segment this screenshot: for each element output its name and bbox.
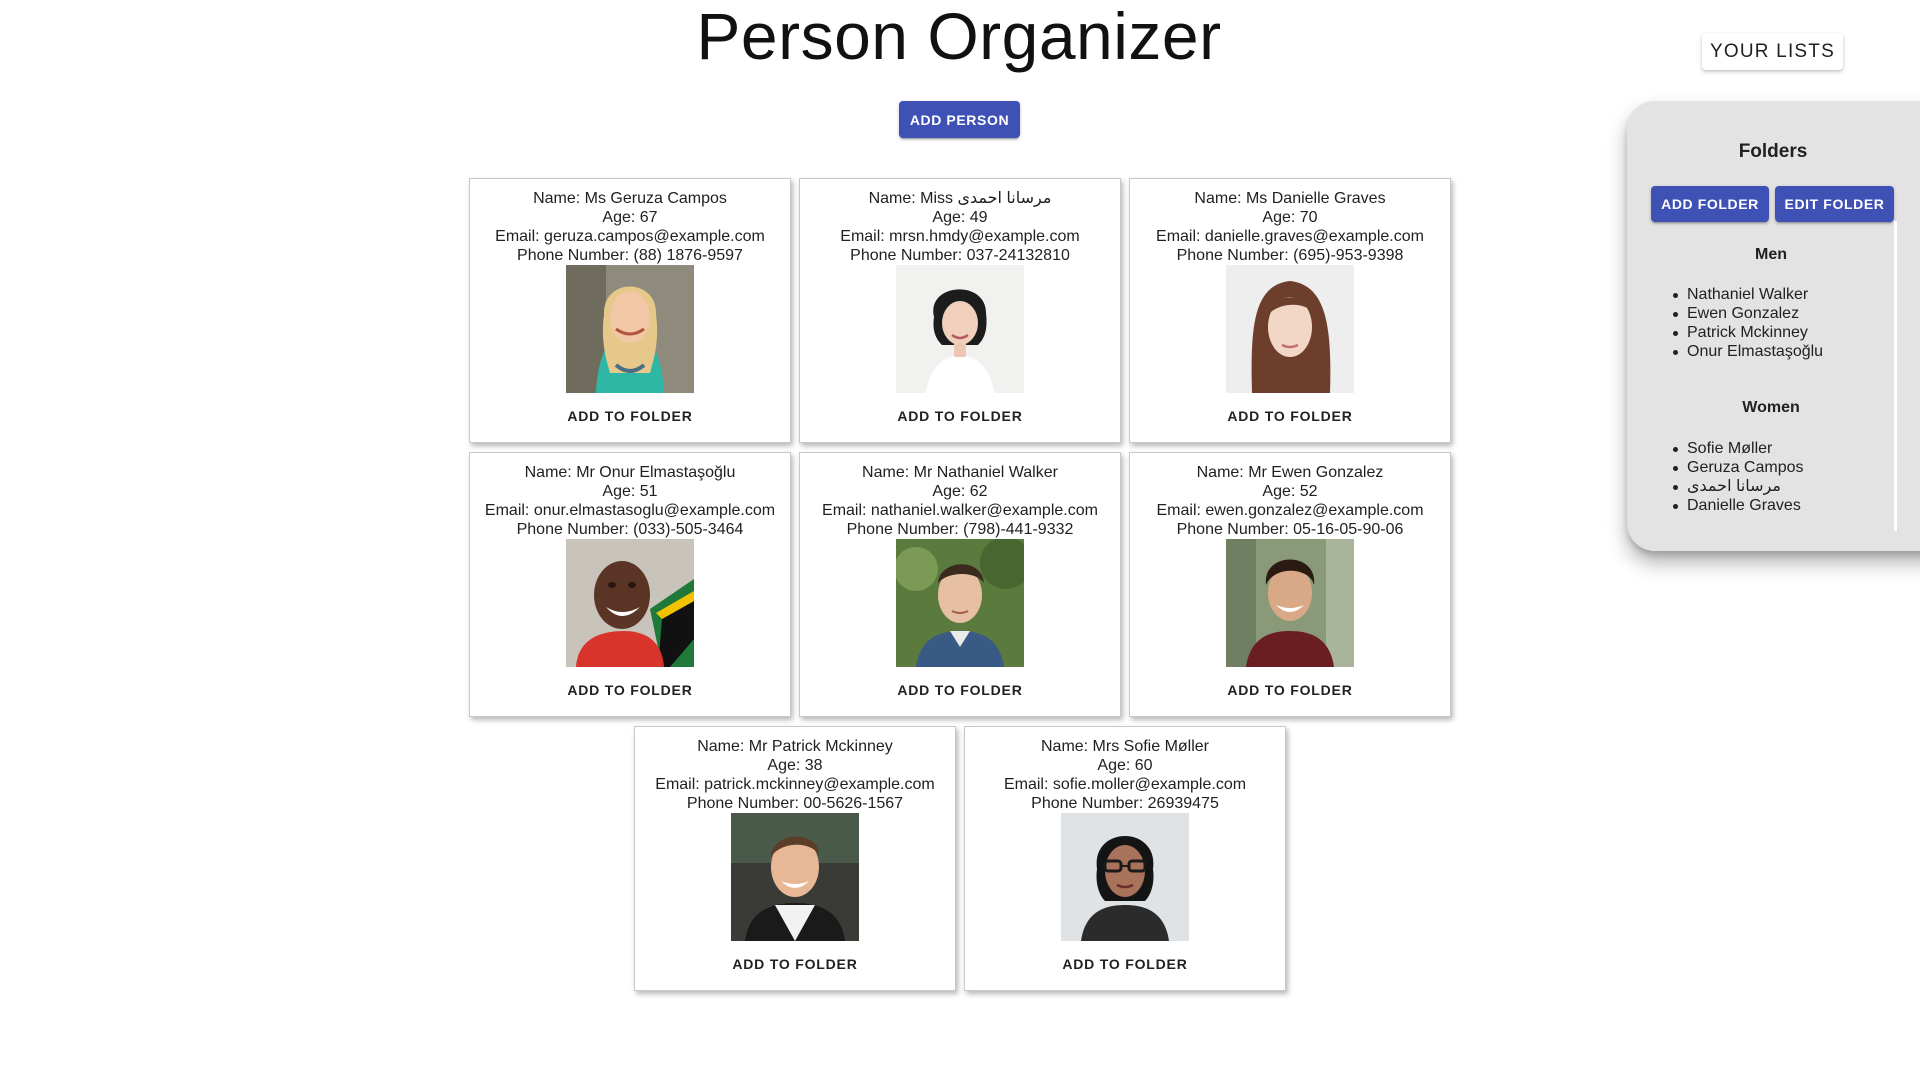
person-phone: Phone Number: 05-16-05-90-06	[1176, 521, 1404, 538]
folder-member: Sofie Møller	[1673, 439, 1804, 458]
person-email: Email: danielle.graves@example.com	[1156, 228, 1424, 245]
add-to-folder-button[interactable]: ADD TO FOLDER	[1062, 954, 1187, 974]
page-title: Person Organizer	[0, 0, 1920, 72]
person-age: Age: 38	[767, 757, 823, 774]
person-name: Name: Mr Nathaniel Walker	[862, 464, 1058, 481]
person-card: Name: Ms Danielle Graves Age: 70 Email: …	[1129, 178, 1451, 443]
edit-folder-button[interactable]: EDIT FOLDER	[1775, 186, 1894, 222]
person-phone: Phone Number: (033)-505-3464	[516, 521, 744, 538]
person-organizer-page: Person Organizer ADD PERSON YOUR LISTS N…	[0, 0, 1920, 1080]
person-photo	[731, 813, 859, 941]
person-card: Name: Ms Geruza Campos Age: 67 Email: ge…	[469, 178, 791, 443]
folder-group-title: Women	[1742, 399, 1800, 416]
person-age: Age: 51	[602, 483, 658, 500]
folder-member-list: Nathaniel Walker Ewen Gonzalez Patrick M…	[1672, 285, 1824, 361]
person-email: Email: sofie.moller@example.com	[1003, 776, 1247, 793]
folder-member: Danielle Graves	[1673, 496, 1804, 515]
person-name: Name: Mrs Sofie Møller	[1040, 738, 1210, 755]
person-name: Name: Mr Patrick Mckinney	[697, 738, 893, 755]
person-age: Age: 60	[1097, 757, 1153, 774]
person-phone: Phone Number: 00-5626-1567	[686, 795, 904, 812]
person-card: Name: Mr Patrick Mckinney Age: 38 Email:…	[634, 726, 956, 991]
add-to-folder-button[interactable]: ADD TO FOLDER	[1227, 406, 1352, 426]
person-age: Age: 49	[932, 209, 988, 226]
folder-member: Patrick Mckinney	[1672, 323, 1823, 342]
folder-member: Ewen Gonzalez	[1672, 304, 1823, 323]
person-photo	[1226, 539, 1354, 667]
person-age: Age: 62	[932, 483, 988, 500]
folders-panel: Folders ADD FOLDER EDIT FOLDER Men Natha…	[1627, 101, 1920, 551]
folder-member-list: Sofie Møller Geruza Campos مرسانا احمدی …	[1673, 439, 1804, 515]
person-name: Name: Mr Ewen Gonzalez	[1196, 464, 1384, 481]
person-email: Email: onur.elmastasoglu@example.com	[484, 502, 776, 519]
person-age: Age: 67	[602, 209, 658, 226]
person-age: Age: 70	[1262, 209, 1318, 226]
person-photo	[896, 539, 1024, 667]
person-name: Name: Ms Danielle Graves	[1194, 190, 1386, 207]
folder-member: Nathaniel Walker	[1672, 285, 1823, 304]
person-phone: Phone Number: (798)-441-9332	[846, 521, 1074, 538]
person-email: Email: ewen.gonzalez@example.com	[1156, 502, 1424, 519]
person-name: Name: Ms Geruza Campos	[533, 190, 727, 207]
folder-group-title: Men	[1755, 246, 1787, 263]
person-photo	[1226, 265, 1354, 393]
person-photo	[1061, 813, 1189, 941]
person-card: Name: Mr Onur Elmastaşoğlu Age: 51 Email…	[469, 452, 791, 717]
person-card: Name: Mr Nathaniel Walker Age: 62 Email:…	[799, 452, 1121, 717]
add-to-folder-button[interactable]: ADD TO FOLDER	[897, 680, 1022, 700]
person-email: Email: geruza.campos@example.com	[495, 228, 765, 245]
add-to-folder-button[interactable]: ADD TO FOLDER	[897, 406, 1022, 426]
person-photo	[566, 265, 694, 393]
folders-title: Folders	[1738, 141, 1808, 162]
person-card: Name: Mr Ewen Gonzalez Age: 52 Email: ew…	[1129, 452, 1451, 717]
your-lists-button[interactable]: YOUR LISTS	[1702, 33, 1843, 70]
person-phone: Phone Number: 26939475	[1031, 795, 1219, 812]
add-to-folder-button[interactable]: ADD TO FOLDER	[567, 680, 692, 700]
folder-member: مرسانا احمدی	[1673, 477, 1804, 496]
add-to-folder-button[interactable]: ADD TO FOLDER	[1227, 680, 1352, 700]
folder-member: Geruza Campos	[1673, 459, 1804, 476]
add-to-folder-button[interactable]: ADD TO FOLDER	[732, 954, 857, 974]
person-email: Email: mrsn.hmdy@example.com	[840, 228, 1080, 245]
person-name: Name: Mr Onur Elmastaşoğlu	[524, 464, 736, 481]
add-to-folder-button[interactable]: ADD TO FOLDER	[567, 406, 692, 426]
folder-member: Onur Elmastaşoğlu	[1672, 343, 1824, 360]
add-person-button[interactable]: ADD PERSON	[899, 101, 1020, 138]
page-title-text: Person Organizer	[696, 0, 1222, 73]
person-phone: Phone Number: 037-24132810	[850, 247, 1070, 264]
person-phone: Phone Number: (695)-953-9398	[1176, 247, 1404, 264]
person-photo	[896, 265, 1024, 393]
person-photo	[566, 539, 694, 667]
add-folder-button[interactable]: ADD FOLDER	[1651, 186, 1769, 222]
person-name: Name: Miss مرسانا احمدی	[868, 190, 1052, 207]
person-phone: Phone Number: (88) 1876-9597	[517, 247, 743, 264]
person-email: Email: patrick.mckinney@example.com	[655, 776, 935, 793]
person-card: Name: Mrs Sofie Møller Age: 60 Email: so…	[964, 726, 1286, 991]
folder-scrollbar[interactable]	[1894, 221, 1897, 531]
person-email: Email: nathaniel.walker@example.com	[822, 502, 1098, 519]
person-age: Age: 52	[1262, 483, 1318, 500]
person-card: Name: Miss مرسانا احمدی Age: 49 Email: m…	[799, 178, 1121, 443]
